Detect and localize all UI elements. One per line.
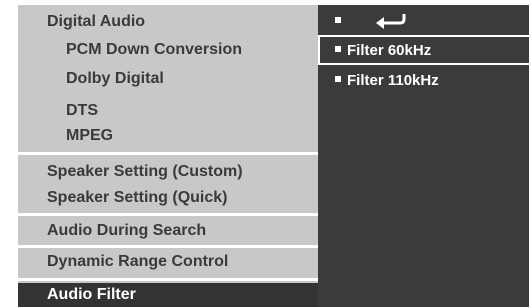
- menu-item-dts[interactable]: DTS: [18, 101, 318, 121]
- bullet-square-icon: [335, 76, 341, 82]
- menu-item-digital-audio[interactable]: Digital Audio: [18, 12, 318, 32]
- audio-setup-menu: Digital Audio PCM Down Conversion Dolby …: [18, 5, 529, 307]
- left-menu-panel: Digital Audio PCM Down Conversion Dolby …: [18, 5, 318, 307]
- menu-item-audio-during-search[interactable]: Audio During Search: [18, 221, 318, 241]
- menu-separator: [18, 278, 318, 281]
- bullet-square-icon: [335, 46, 341, 52]
- menu-item-speaker-setting-quick[interactable]: Speaker Setting (Quick): [18, 188, 318, 208]
- menu-separator: [18, 245, 318, 248]
- menu-item-speaker-setting-custom[interactable]: Speaker Setting (Custom): [18, 162, 318, 182]
- menu-item-mpeg[interactable]: MPEG: [18, 126, 318, 146]
- option-filter-110khz[interactable]: Filter 110kHz: [318, 71, 529, 91]
- menu-item-dynamic-range-control[interactable]: Dynamic Range Control: [18, 252, 318, 272]
- menu-separator: [18, 213, 318, 216]
- option-filter-60khz[interactable]: Filter 60kHz: [318, 35, 529, 65]
- back-row[interactable]: [318, 9, 529, 31]
- return-arrow-icon[interactable]: [374, 11, 410, 29]
- menu-separator: [18, 152, 318, 155]
- menu-item-pcm-down-conversion[interactable]: PCM Down Conversion: [18, 40, 318, 60]
- menu-item-audio-filter-label: Audio Filter: [47, 286, 136, 303]
- menu-item-audio-filter[interactable]: Audio Filter: [18, 283, 318, 307]
- option-label: Filter 60kHz: [347, 42, 432, 59]
- bullet-square-icon: [335, 17, 341, 23]
- menu-item-dolby-digital[interactable]: Dolby Digital: [18, 69, 318, 89]
- option-label: Filter 110kHz: [347, 72, 439, 89]
